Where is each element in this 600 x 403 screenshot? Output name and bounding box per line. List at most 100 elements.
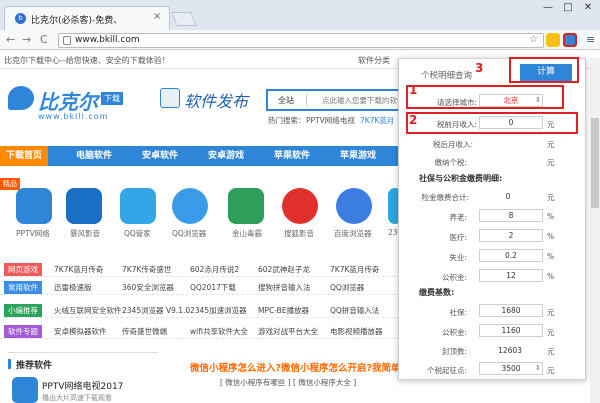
annotation-box-income xyxy=(406,112,578,134)
new-tab-button[interactable] xyxy=(171,12,197,26)
nav-item[interactable]: 安卓软件 xyxy=(130,146,190,166)
promo-banner[interactable]: 微信小程序怎么进入?微信小程序怎么开启?我简单 [ 微信小程序有哪些 ] [ 微… xyxy=(170,354,401,394)
banner-subtitle[interactable]: [ 微信小程序有哪些 ] [ 微信小程序大全 ] xyxy=(220,377,356,388)
calculator-title: 个税明细查询 xyxy=(421,71,473,81)
row-link[interactable]: 7K7K蓝月传奇 xyxy=(330,264,379,275)
browser-tab[interactable]: b 比克尔(必杀客)-免费、 × xyxy=(4,6,170,30)
unit-label: 元 xyxy=(547,328,555,337)
row-tag: 软件专题 xyxy=(4,325,42,338)
nav-item[interactable]: 安卓游戏 xyxy=(196,146,256,166)
row-link[interactable]: 2345加速浏览器 xyxy=(190,305,247,316)
row-link[interactable]: 360安全浏览器 xyxy=(122,282,174,293)
app-label: QQ浏览器 xyxy=(172,229,207,238)
row-link[interactable]: QQ拼音输入法 xyxy=(330,305,379,316)
kingsoft-av-app-icon[interactable] xyxy=(228,188,264,224)
unemployment-label: 失业: xyxy=(449,253,467,262)
row-link[interactable]: 602赤月传说2 xyxy=(190,264,239,275)
row-link[interactable]: 2345浏览器 V9.1.0 xyxy=(122,305,190,316)
percent-label: % xyxy=(547,252,555,261)
row-link[interactable]: 602武神赵子龙 xyxy=(258,264,310,275)
qq-browser-app-icon[interactable] xyxy=(172,188,208,224)
threshold-input[interactable]: 3500 xyxy=(479,362,543,375)
row-link[interactable]: 传奇盛世微端 xyxy=(122,326,167,337)
storm-player-app-icon[interactable] xyxy=(66,188,102,224)
fund-base-input[interactable]: 1160 xyxy=(479,324,543,337)
scrollbar-thumb[interactable] xyxy=(591,118,599,208)
tab-close-icon[interactable]: × xyxy=(153,11,161,22)
logo-icon xyxy=(8,86,34,110)
row-link[interactable]: 安卓模拟器软件 xyxy=(54,326,107,337)
minimize-button[interactable]: — xyxy=(540,2,556,16)
extension-icon[interactable] xyxy=(546,33,560,47)
row-link[interactable]: 迅雷极速版 xyxy=(54,282,92,293)
annotation-number: 1 xyxy=(409,83,418,97)
cap-label: 封顶数: xyxy=(441,347,467,356)
logo-text[interactable]: 比克尔 xyxy=(38,86,98,115)
forward-icon[interactable]: → xyxy=(22,33,31,46)
row-link[interactable]: 火绒互联网安全软件 xyxy=(54,305,122,316)
link-row: 网页游戏 7K7K蓝月传奇 7K7K传奇盛世 602赤月传说2 602武神赵子龙… xyxy=(0,262,420,277)
total-label: 险金缴费合计: xyxy=(421,193,469,202)
unemployment-rate-input[interactable]: 0.2 xyxy=(479,249,543,262)
search-input[interactable]: 点此输入您要下载的软件 xyxy=(322,95,405,106)
row-link[interactable]: 7K7K传奇盛世 xyxy=(122,264,171,275)
logo-domain: www.bkill.com xyxy=(38,112,109,121)
total-value: 0 xyxy=(505,192,511,201)
row-link[interactable]: wifi共享软件大全 xyxy=(190,326,248,337)
chevron-down-icon: ⇕ xyxy=(535,364,541,372)
nav-item[interactable]: 苹果软件 xyxy=(262,146,322,166)
bookmark-star-icon[interactable]: ☆ xyxy=(529,34,538,45)
qq-manager-app-icon[interactable] xyxy=(120,188,156,224)
tax-calculator-extension-icon[interactable] xyxy=(563,33,577,47)
percent-label: % xyxy=(547,272,555,281)
browser-menu-icon[interactable]: ≡ xyxy=(586,33,595,46)
recommend-title: 推荐软件 xyxy=(16,361,53,371)
pptv-app-icon[interactable] xyxy=(16,188,52,224)
nav-item[interactable]: 苹果游戏 xyxy=(328,146,388,166)
row-link[interactable]: MPC-BE播放器 xyxy=(258,305,309,316)
unit-label: 元 xyxy=(547,140,555,149)
sohu-video-app-icon[interactable] xyxy=(282,188,318,224)
unit-label: 元 xyxy=(547,193,555,202)
back-icon[interactable]: ← xyxy=(6,33,15,46)
medical-rate-input[interactable]: 2 xyxy=(479,229,543,242)
row-link[interactable]: 7K7K蓝月传奇 xyxy=(54,264,103,275)
maximize-button[interactable]: □ xyxy=(560,2,576,16)
hot-search-item[interactable]: 7K7K蓝月 xyxy=(360,115,394,126)
hot-search-item[interactable]: PPTV网络电视 xyxy=(306,115,355,126)
search-scope[interactable]: 全站 xyxy=(278,95,294,106)
url-input[interactable]: www.bkill.com ☆ xyxy=(58,33,544,48)
pptv-icon[interactable] xyxy=(12,377,38,403)
insurance-section-title: 社保与公积金缴费明细: xyxy=(419,174,503,183)
row-link[interactable]: 游戏对战平台大全 xyxy=(258,326,318,337)
recommend-item[interactable]: PPTV网络电视2017 xyxy=(42,379,123,392)
tab-title: 比克尔(必杀客)-免费、 xyxy=(31,16,123,26)
row-tag: 网页游戏 xyxy=(4,263,42,276)
row-link[interactable]: 搜狗拼音输入法 xyxy=(258,282,311,293)
housing-fund-rate-input[interactable]: 12 xyxy=(479,269,543,282)
percent-label: % xyxy=(547,232,555,241)
medical-label: 医疗: xyxy=(449,233,467,242)
slogan[interactable]: 软件发布 xyxy=(184,88,248,112)
pension-rate-input[interactable]: 8 xyxy=(479,209,543,222)
nav-home[interactable]: 下载首页 xyxy=(0,146,48,166)
logo-badge: 下载 xyxy=(101,92,123,105)
app-label: 暴风影音 xyxy=(70,229,100,238)
row-link[interactable]: QQ2017下载 xyxy=(190,282,236,293)
category-link[interactable]: 软件分类 xyxy=(358,55,390,66)
banner-title[interactable]: 微信小程序怎么进入?微信小程序怎么开启?我简单 xyxy=(190,360,401,374)
baidu-browser-app-icon[interactable] xyxy=(336,188,372,224)
link-row: 软件专题 安卓模拟器软件 传奇盛世微端 wifi共享软件大全 游戏对战平台大全 … xyxy=(0,324,420,339)
row-link[interactable]: 电影视频播放器 xyxy=(330,326,383,337)
unit-label: 元 xyxy=(547,366,555,375)
aftertax-label: 税后月收入: xyxy=(432,140,473,149)
reload-icon[interactable]: C xyxy=(40,33,48,46)
page-scrollbar[interactable] xyxy=(590,58,600,403)
social-base-input[interactable]: 1680 xyxy=(479,304,543,317)
site-search-box[interactable]: 全站 点此输入您要下载的软件 xyxy=(266,89,416,111)
row-link[interactable]: QQ浏览器 xyxy=(330,282,364,293)
nav-item[interactable]: 电脑软件 xyxy=(64,146,124,166)
close-window-button[interactable]: ✕ xyxy=(580,2,596,16)
unit-label: 元 xyxy=(547,347,555,356)
app-label: 金山毒霸 xyxy=(232,229,262,238)
